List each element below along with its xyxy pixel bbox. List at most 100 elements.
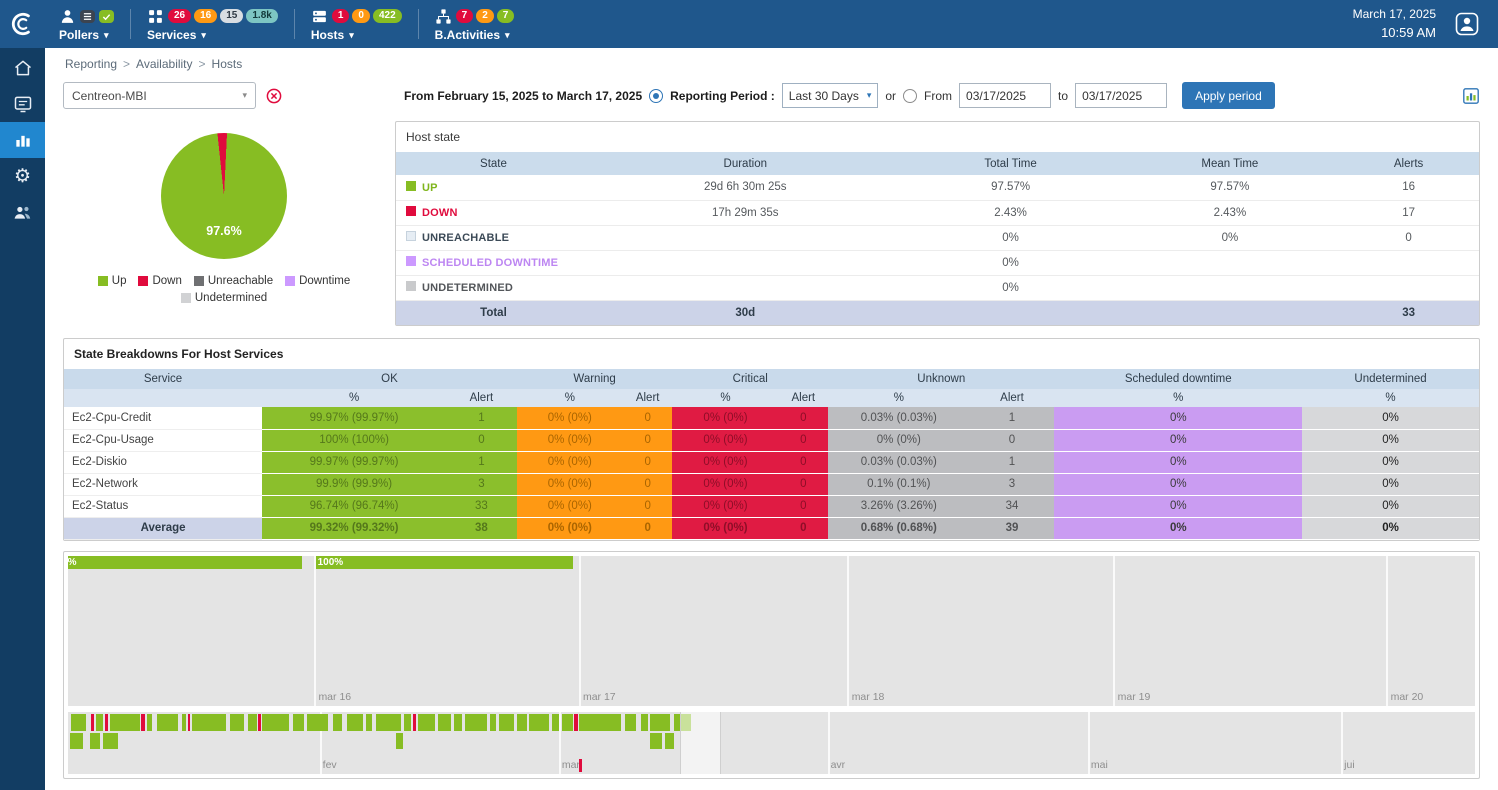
period-select[interactable]: Last 30 Days ▾ (782, 83, 879, 108)
availability-value-label: 100% (318, 557, 344, 568)
state-label: SCHEDULED DOWNTIME (422, 257, 558, 269)
host-state-cell (1122, 275, 1339, 300)
centreon-logo[interactable] (0, 0, 45, 48)
timeline-axis-label: mar 17 (583, 691, 616, 703)
from-date-input[interactable] (959, 83, 1051, 108)
host-state-state-cell: UP (396, 175, 591, 200)
timeline-axis-label: mai (1091, 759, 1108, 771)
clear-selection-icon[interactable] (266, 88, 282, 104)
menu-bactivities[interactable]: 727 B.Activities ▾ (421, 0, 529, 48)
timeline-axis-label: jui (1344, 759, 1355, 771)
breakdown-cell-ok: 1 (446, 451, 517, 473)
availability-timeline-navigator[interactable]: fevmaravrmaijui (68, 712, 1475, 774)
breakdown-cell-unk: 39 (970, 517, 1055, 539)
centreon-logo-icon (10, 11, 36, 37)
custom-period-radio[interactable] (903, 89, 917, 103)
up-bar (293, 714, 304, 731)
counter-badge: 7 (456, 9, 474, 23)
down-bar (188, 714, 191, 731)
breakdown-cell-crit: 0 (779, 495, 829, 517)
topbar-divider (130, 9, 131, 39)
breakdown-cell-warn: 0% (0%) (517, 517, 623, 539)
breakdown-cell-crit: 0 (779, 473, 829, 495)
apply-period-button[interactable]: Apply period (1182, 82, 1275, 109)
hosts-icon (311, 8, 328, 25)
breakdown-cell-ud: 0% (1302, 407, 1479, 429)
sidebar-item-reporting[interactable] (0, 122, 45, 158)
service-name: Ec2-Network (64, 473, 262, 495)
sidebar-item-home[interactable] (0, 50, 45, 86)
business-activities-icon (435, 8, 452, 25)
breakdown-cell-ud: 0% (1302, 495, 1479, 517)
legend-swatch (138, 276, 148, 286)
breadcrumb-item[interactable]: Reporting (65, 57, 117, 71)
services-badges: 2616151.8k (168, 9, 278, 23)
breakdown-group-header: Undetermined (1302, 369, 1479, 389)
sidebar-item-monitoring[interactable] (0, 86, 45, 122)
breakdown-cell-unk: 34 (970, 495, 1055, 517)
user-menu-button[interactable] (1452, 9, 1482, 39)
host-state-cell (591, 225, 900, 250)
timeline-gridline (559, 712, 561, 774)
breakdown-cell-sd: 0% (1054, 473, 1302, 495)
to-date-input[interactable] (1075, 83, 1167, 108)
breakdown-cell-ud: 0% (1302, 451, 1479, 473)
breakdown-cell-unk: 0.1% (0.1%) (828, 473, 970, 495)
state-swatch (406, 256, 416, 266)
breakdown-table: ServiceOKWarningCriticalUnknownScheduled… (64, 369, 1479, 540)
period-select-value: Last 30 Days (789, 89, 859, 103)
host-state-cell: 97.57% (900, 175, 1122, 200)
host-state-row: UNDETERMINED0% (396, 275, 1479, 300)
legend-item: Down (138, 275, 181, 287)
bactivities-badges: 727 (456, 9, 515, 23)
current-date: March 17, 2025 (1353, 5, 1436, 23)
counter-badge: 1.8k (246, 9, 277, 23)
breakdown-cell-ud: 0% (1302, 429, 1479, 451)
filter-bar: Centreon-MBI ▾ From February 15, 2025 to… (63, 75, 1480, 119)
host-state-total-cell (1122, 300, 1339, 325)
reporting-period-radio[interactable] (649, 89, 663, 103)
host-state-title: Host state (396, 128, 1479, 152)
breakdown-sub-header: % (1302, 389, 1479, 407)
up-bar (90, 733, 100, 749)
navigator-selection-handle[interactable] (680, 712, 721, 774)
up-bar (262, 714, 289, 731)
legend-swatch (98, 276, 108, 286)
host-state-cell: 0% (900, 275, 1122, 300)
menu-pollers[interactable]: Pollers ▾ (45, 0, 128, 48)
breakdown-sub-header: Alert (779, 389, 829, 407)
menu-bactivities-label: B.Activities (435, 28, 500, 42)
host-state-cell: 0 (1338, 225, 1479, 250)
or-label: or (885, 89, 896, 103)
breakdown-cell-unk: 3.26% (3.26%) (828, 495, 970, 517)
sidebar-item-configuration[interactable]: ⚙ (0, 158, 45, 194)
breakdown-group-header: Scheduled downtime (1054, 369, 1302, 389)
export-report-icon[interactable] (1462, 87, 1480, 105)
breakdown-cell-crit: 0% (0%) (672, 451, 778, 473)
host-state-column-header: Duration (591, 152, 900, 175)
up-bar (499, 714, 514, 731)
monitoring-icon (13, 94, 33, 114)
breakdown-cell-crit: 0 (779, 407, 829, 429)
breakdown-cell-sd: 0% (1054, 407, 1302, 429)
up-bar (552, 714, 559, 731)
breadcrumb-item[interactable]: Hosts (212, 57, 243, 71)
availability-pie-chart (161, 133, 287, 259)
up-bar (147, 714, 153, 731)
menu-hosts[interactable]: 10422 Hosts ▾ (297, 0, 416, 48)
breakdown-sub-header: % (828, 389, 970, 407)
down-bar (574, 714, 578, 731)
timeline-axis-label: mar 20 (1391, 691, 1424, 703)
sidebar-item-administration[interactable] (0, 194, 45, 230)
legend-item: Undetermined (181, 292, 267, 304)
users-icon (12, 202, 33, 223)
host-select[interactable]: Centreon-MBI ▾ (63, 82, 256, 109)
poller-ok-icon (99, 10, 114, 23)
host-state-cell: 2.43% (1122, 200, 1339, 225)
menu-pollers-label: Pollers (59, 28, 99, 42)
breadcrumb-item[interactable]: Availability (136, 57, 192, 71)
up-bar (625, 714, 636, 731)
menu-services[interactable]: 2616151.8k Services ▾ (133, 0, 292, 48)
breakdown-cell-sd: 0% (1054, 517, 1302, 539)
timeline-gridline (579, 556, 581, 706)
